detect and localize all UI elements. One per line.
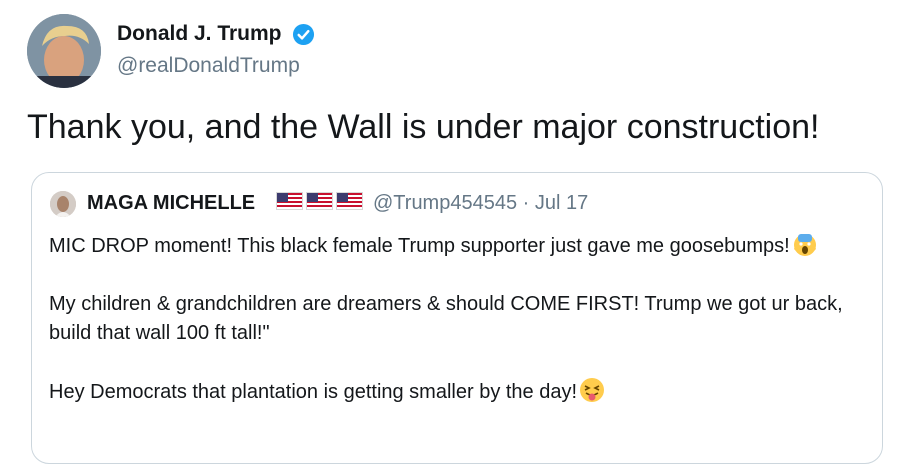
author-handle[interactable]: @realDonaldTrump: [117, 54, 300, 78]
quoted-handle-date[interactable]: @Trump454545 · Jul 17: [373, 192, 588, 215]
quoted-author-avatar[interactable]: [50, 191, 76, 217]
verified-badge-icon: [292, 23, 315, 46]
flag-emojis: [276, 192, 363, 212]
quoted-tweet-body: MIC DROP moment! This black female Trump…: [49, 231, 864, 407]
quoted-paragraph: My children & grandchildren are dreamers…: [49, 293, 843, 344]
author-avatar[interactable]: [27, 14, 101, 88]
quoted-author-name[interactable]: MAGA MICHELLE: [87, 192, 255, 215]
author-name[interactable]: Donald J. Trump: [117, 22, 282, 46]
screaming-face-emoji-icon: [793, 234, 816, 256]
quoted-paragraph: MIC DROP moment! This black female Trump…: [49, 231, 864, 261]
us-flag-icon: [336, 192, 363, 210]
quoted-paragraph: Hey Democrats that plantation is getting…: [49, 377, 864, 407]
quoted-tweet-card[interactable]: MAGA MICHELLE @Trump454545 · Jul 17 MIC …: [31, 172, 883, 464]
tongue-out-winking-emoji-icon: [580, 378, 605, 402]
tweet-text: Thank you, and the Wall is under major c…: [27, 108, 820, 146]
us-flag-icon: [276, 192, 303, 210]
us-flag-icon: [306, 192, 333, 210]
